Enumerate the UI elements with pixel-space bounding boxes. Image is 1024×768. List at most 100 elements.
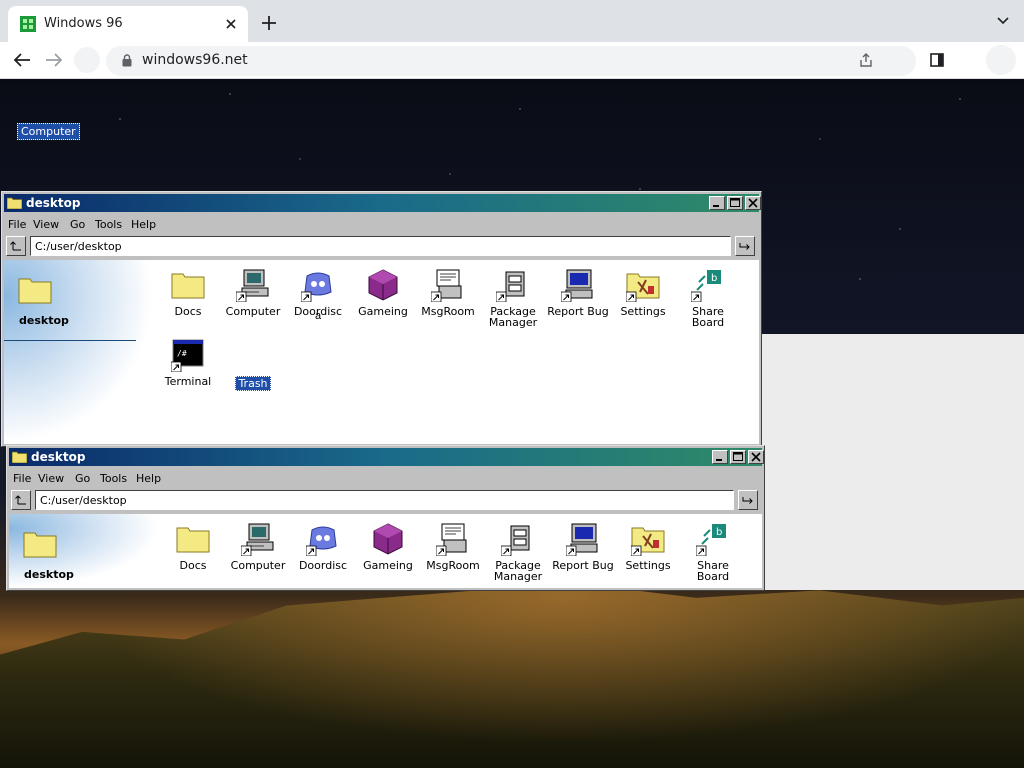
icon-label: Settings (625, 559, 671, 572)
close-tab-icon[interactable] (222, 15, 240, 33)
blank-desktop-region (762, 334, 1024, 590)
icon-label: Report Bug (547, 305, 609, 318)
explorer-window-front[interactable]: desktop File View Go Tools Help C:/user/desk… (6, 445, 765, 591)
menu-file[interactable]: File (8, 218, 26, 231)
desktop-item-terminal[interactable]: /# Terminal (156, 338, 220, 390)
maximize-icon (733, 452, 743, 461)
folder-icon (12, 451, 27, 463)
folder-icon (176, 527, 210, 553)
gameing-cube-icon (368, 269, 398, 301)
share-icon[interactable] (858, 52, 874, 68)
desktop-item-report-bug[interactable]: Report Bug (551, 522, 615, 574)
desktop-item-msgroom[interactable]: MsgRoom (416, 268, 480, 320)
desktop-item-share-board[interactable]: b Share Board (676, 268, 740, 331)
doordisc-icon (301, 272, 332, 302)
desktop-item-share-board[interactable]: b Share Board (681, 522, 745, 585)
menu-bar: File View Go Tools Help (4, 214, 759, 234)
menu-tools[interactable]: Tools (95, 218, 122, 231)
icon-label: MsgRoom (421, 305, 475, 318)
desktop-item-report-bug[interactable]: Report Bug (546, 268, 610, 320)
computer-icon (236, 269, 269, 302)
menu-view[interactable]: View (33, 218, 59, 231)
minimize-button[interactable] (709, 196, 725, 210)
folder-sidebar: desktop (9, 514, 159, 588)
desktop-item-folder[interactable]: Docs (156, 268, 220, 320)
up-arrow-icon (15, 495, 26, 505)
desktop-item-package-manager[interactable]: Package Manager (481, 268, 545, 331)
chevron-down-icon[interactable] (996, 16, 1010, 26)
desktop-item-doordisc[interactable]: Doordisc (291, 522, 355, 574)
address-bar[interactable]: windows96.net (106, 46, 916, 76)
desktop-item-folder[interactable]: Docs (161, 522, 225, 574)
window-titlebar[interactable]: desktop (9, 448, 764, 466)
share-board-icon: b (691, 270, 721, 302)
url-text: windows96.net (142, 52, 248, 68)
package-manager-icon (501, 525, 530, 556)
icon-label: Package Manager (493, 559, 543, 583)
explorer-window-back[interactable]: desktop File View Go Tools Help C:/user/desk… (1, 191, 762, 447)
desktop-item-settings[interactable]: Settings (616, 522, 680, 574)
up-folder-button[interactable] (11, 490, 31, 510)
profile-button[interactable] (986, 45, 1016, 75)
svg-text:b: b (716, 527, 722, 538)
menu-go[interactable]: Go (70, 218, 85, 231)
path-input[interactable]: C:/user/desktop (35, 490, 734, 510)
folder-large-icon (18, 278, 52, 304)
reload-button[interactable] (74, 47, 100, 73)
doordisc-icon (306, 526, 337, 556)
go-button[interactable] (735, 236, 755, 256)
up-folder-button[interactable] (6, 236, 26, 256)
computer-icon (241, 523, 274, 556)
desktop-item-computer[interactable]: Computer (226, 522, 290, 574)
maximize-button[interactable] (730, 450, 746, 464)
menu-view[interactable]: View (38, 472, 64, 485)
forward-arrow-icon[interactable] (44, 51, 64, 69)
address-toolbar: C:/user/desktop (4, 235, 759, 259)
icon-label: Share Board (696, 559, 730, 583)
trash-icon (221, 338, 285, 372)
svg-text:b: b (711, 273, 717, 284)
icon-label: Doordisc (298, 559, 348, 572)
menu-tools[interactable]: Tools (100, 472, 127, 485)
desktop-icon-computer-label[interactable]: Computer (17, 123, 80, 140)
gameing-cube-icon (373, 523, 403, 555)
new-tab-icon[interactable] (260, 14, 278, 32)
side-panel-icon[interactable] (930, 53, 944, 67)
browser-tab[interactable]: Windows 96 (8, 6, 248, 42)
path-input[interactable]: C:/user/desktop (30, 236, 731, 256)
desktop-item-gameing-cube[interactable]: Gameing (356, 522, 420, 574)
desktop-item-trash[interactable]: Trash (221, 338, 285, 392)
desktop-item-gameing-cube[interactable]: Gameing (351, 268, 415, 320)
desktop-item-computer[interactable]: Computer (221, 268, 285, 320)
desktop-item-msgroom[interactable]: MsgRoom (421, 522, 485, 574)
folder-content-area: desktop Docs Computer Doordisc Gameing MsgRo… (4, 260, 759, 444)
enter-arrow-icon (739, 243, 750, 250)
svg-text:/#: /# (177, 349, 187, 358)
windows96-desktop: Computer desktop File View Go Tools Help C:/… (0, 79, 1024, 768)
window-titlebar[interactable]: desktop (4, 194, 761, 212)
close-button[interactable] (745, 196, 761, 210)
close-icon (748, 198, 758, 208)
go-button[interactable] (738, 490, 758, 510)
close-button[interactable] (748, 450, 764, 464)
folder-large-icon (23, 532, 57, 558)
icon-label: Docs (174, 305, 202, 318)
menu-file[interactable]: File (13, 472, 31, 485)
desktop-item-package-manager[interactable]: Package Manager (486, 522, 550, 585)
msgroom-icon (431, 269, 462, 302)
menu-bar: File View Go Tools Help (9, 468, 762, 488)
menu-go[interactable]: Go (75, 472, 90, 485)
folder-sidebar: desktop (4, 260, 154, 444)
folder-icon (7, 197, 22, 209)
close-icon (751, 452, 761, 462)
desktop-item-settings[interactable]: Settings (611, 268, 675, 320)
back-arrow-icon[interactable] (12, 51, 32, 69)
menu-help[interactable]: Help (136, 472, 161, 485)
icon-label: Gameing (358, 305, 408, 318)
folder-content-area: desktop Docs Computer Doordisc Gameing MsgRo… (9, 514, 762, 588)
menu-help[interactable]: Help (131, 218, 156, 231)
minimize-button[interactable] (712, 450, 728, 464)
icon-label: Terminal (164, 375, 212, 388)
maximize-button[interactable] (727, 196, 743, 210)
stray-character: a (315, 310, 322, 322)
